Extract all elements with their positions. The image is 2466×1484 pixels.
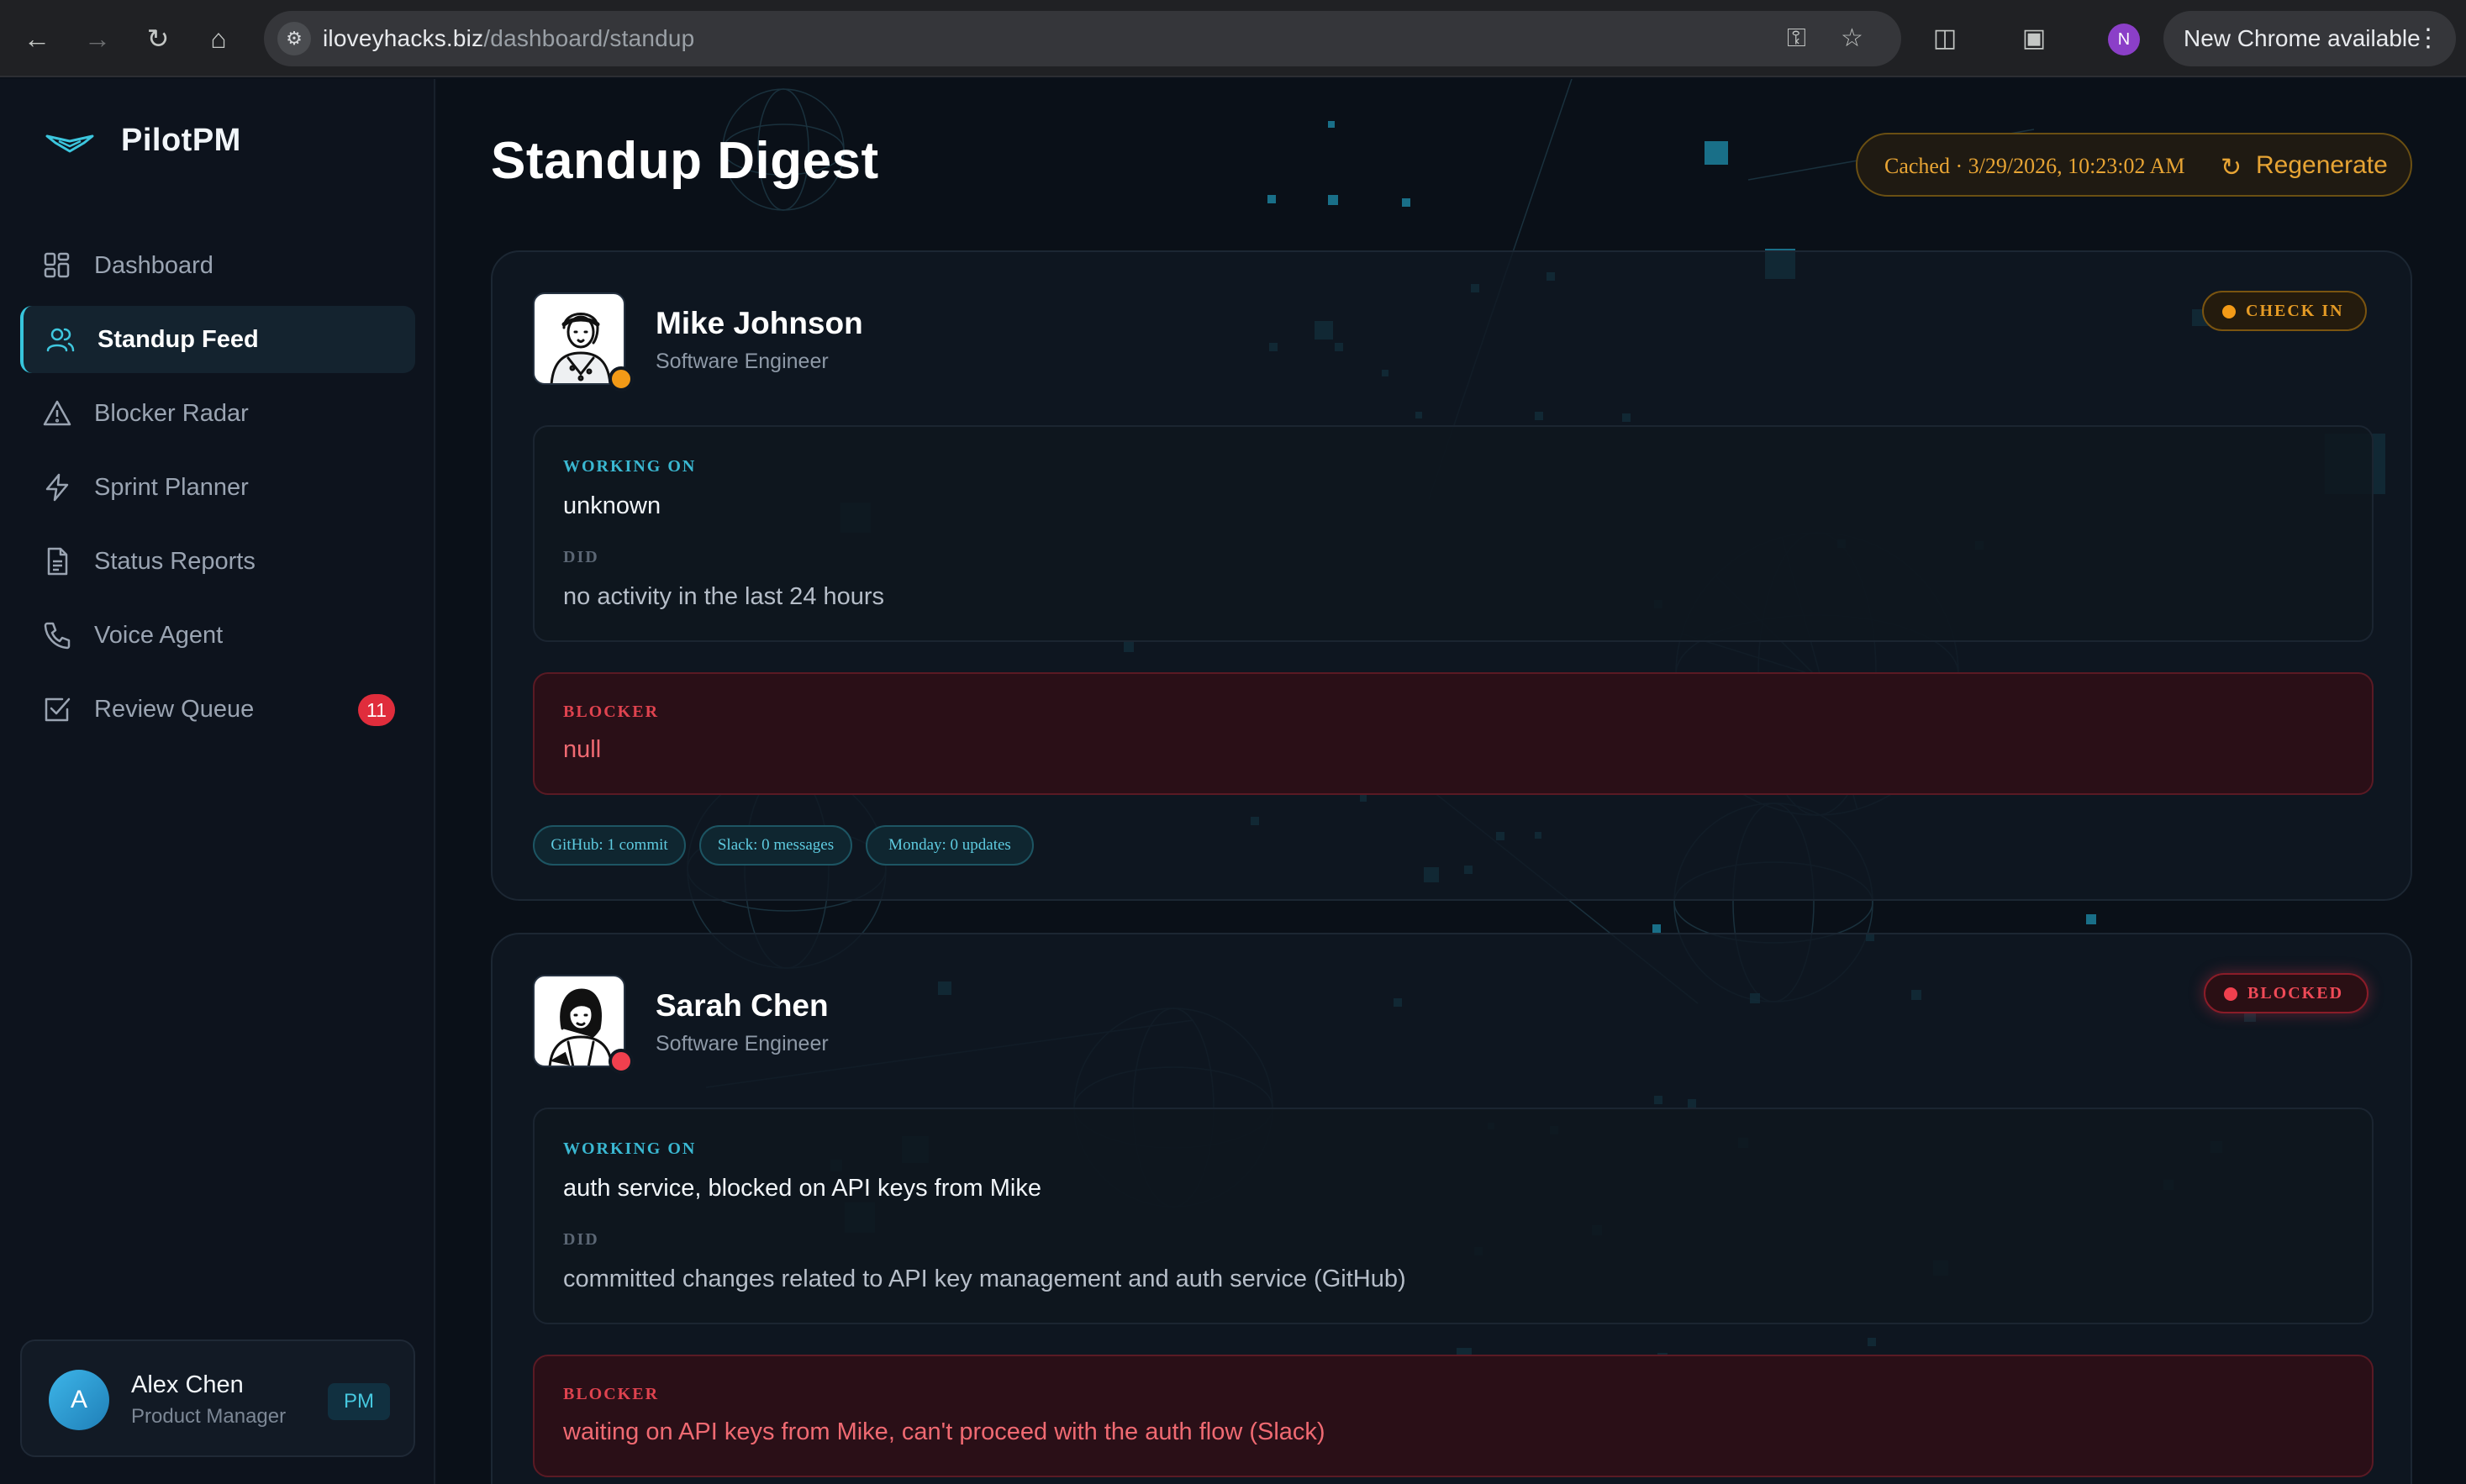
sidebar-item-standup-feed[interactable]: Standup Feed: [20, 306, 415, 373]
person-role: Software Engineer: [656, 350, 829, 373]
status-badge: BLOCKED: [2204, 973, 2369, 1013]
brand-name: PilotPM: [121, 123, 241, 158]
password-key-icon[interactable]: ⚿: [1787, 23, 1806, 55]
avatar: A: [49, 1370, 109, 1430]
address-bar[interactable]: ⚙ iloveyhacks.biz/dashboard/standup ⚿ ☆: [264, 11, 1901, 66]
user-name: Alex Chen: [131, 1371, 244, 1398]
tab-search-icon[interactable]: ▣: [2014, 18, 2054, 59]
user-profile-card[interactable]: A Alex Chen Product Manager PM: [20, 1339, 415, 1457]
sidebar-item-label: Sprint Planner: [94, 474, 249, 501]
checkbox-icon: [45, 697, 71, 722]
sidebar-item-label: Voice Agent: [94, 622, 224, 649]
blocker-text: null: [563, 736, 602, 763]
person-name: Sarah Chen: [656, 988, 829, 1023]
sidebar-item-voice-agent[interactable]: Voice Agent: [20, 602, 415, 669]
reload-icon[interactable]: ↻: [138, 18, 178, 59]
status-dot: [609, 366, 634, 392]
sidebar-item-blocker-radar[interactable]: Blocker Radar: [20, 380, 415, 447]
sidebar-item-review-queue[interactable]: Review Queue 11: [20, 676, 415, 743]
regenerate-label: Regenerate: [2256, 151, 2388, 179]
lightning-icon: [45, 473, 69, 502]
status-badge: CHECK IN: [2202, 291, 2367, 331]
user-role: Product Manager: [131, 1405, 287, 1428]
standup-card: Mike Johnson Software Engineer CHECK IN …: [491, 250, 2412, 901]
document-icon: [47, 547, 68, 576]
did-text: committed changes related to API key man…: [563, 1266, 1406, 1292]
sidebar-item-label: Blocker Radar: [94, 400, 249, 427]
person-name: Mike Johnson: [656, 306, 863, 340]
source-chip-slack: Slack: 0 messages: [699, 825, 852, 866]
sidebar-item-sprint-planner[interactable]: Sprint Planner: [20, 454, 415, 521]
sidebar-item-label: Review Queue: [94, 696, 255, 723]
regenerate-button[interactable]: Cached · 3/29/2026, 10:23:02 AM ↻ Regene…: [1856, 133, 2412, 197]
status-badge-dot: [2224, 987, 2237, 1001]
phone-icon: [44, 622, 71, 650]
blocker-label: BLOCKER: [563, 1385, 660, 1403]
warning-icon: [43, 400, 71, 426]
url-text[interactable]: iloveyhacks.biz/dashboard/standup: [323, 25, 694, 52]
grid-icon: [44, 252, 70, 278]
work-summary: WORKING ON auth service, blocked on API …: [533, 1108, 2374, 1324]
page-title: Standup Digest: [491, 132, 879, 190]
did-label: DID: [563, 548, 599, 566]
blocker-panel: BLOCKER waiting on API keys from Mike, c…: [533, 1355, 2374, 1477]
standup-card: Sarah Chen Software Engineer BLOCKED WOR…: [491, 933, 2412, 1484]
sidebar: PilotPM Dashboard Standup Feed Blocker R…: [0, 79, 435, 1484]
did-label: DID: [563, 1230, 599, 1249]
working-on-text: unknown: [563, 492, 661, 519]
working-on-text: auth service, blocked on API keys from M…: [563, 1175, 1041, 1202]
role-tag: PM: [328, 1383, 390, 1420]
home-icon[interactable]: ⌂: [198, 18, 239, 59]
sidebar-item-label: Standup Feed: [97, 326, 259, 353]
status-badge-dot: [2222, 305, 2236, 318]
refresh-icon: ↻: [2221, 154, 2242, 182]
review-count-badge: 11: [358, 694, 395, 726]
forward-icon[interactable]: →: [77, 18, 118, 59]
sidebar-item-status-reports[interactable]: Status Reports: [20, 528, 415, 595]
did-text: no activity in the last 24 hours: [563, 583, 885, 610]
back-icon[interactable]: ←: [17, 18, 57, 59]
blocker-label: BLOCKER: [563, 703, 660, 721]
extensions-icon[interactable]: ◫: [1925, 18, 1965, 59]
brand-logo-icon: [45, 134, 94, 153]
browser-toolbar: ← → ↻ ⌂ ⚙ iloveyhacks.biz/dashboard/stan…: [0, 0, 2466, 77]
sidebar-item-label: Status Reports: [94, 548, 256, 575]
main-content: Standup Digest Cached · 3/29/2026, 10:23…: [437, 79, 2466, 1484]
bookmark-star-icon[interactable]: ☆: [1841, 23, 1863, 55]
source-chip-monday: Monday: 0 updates: [866, 825, 1034, 866]
person-role: Software Engineer: [656, 1032, 829, 1055]
more-menu-icon[interactable]: ⋮: [2416, 11, 2441, 66]
users-icon: [46, 328, 75, 352]
chrome-update-button[interactable]: New Chrome available ⋮: [2163, 11, 2456, 66]
blocker-panel: BLOCKER null: [533, 672, 2374, 795]
sidebar-item-label: Dashboard: [94, 252, 213, 279]
working-on-label: WORKING ON: [563, 1139, 697, 1158]
working-on-label: WORKING ON: [563, 457, 697, 476]
profile-avatar[interactable]: N: [2108, 24, 2140, 55]
work-summary: WORKING ON unknown DID no activity in th…: [533, 425, 2374, 642]
cache-timestamp: Cached · 3/29/2026, 10:23:02 AM: [1884, 154, 2185, 178]
status-dot: [609, 1049, 634, 1074]
site-settings-icon[interactable]: ⚙: [277, 22, 311, 55]
source-chip-github: GitHub: 1 commit: [533, 825, 686, 866]
sidebar-item-dashboard[interactable]: Dashboard: [20, 232, 415, 299]
blocker-text: waiting on API keys from Mike, can't pro…: [563, 1418, 1325, 1445]
